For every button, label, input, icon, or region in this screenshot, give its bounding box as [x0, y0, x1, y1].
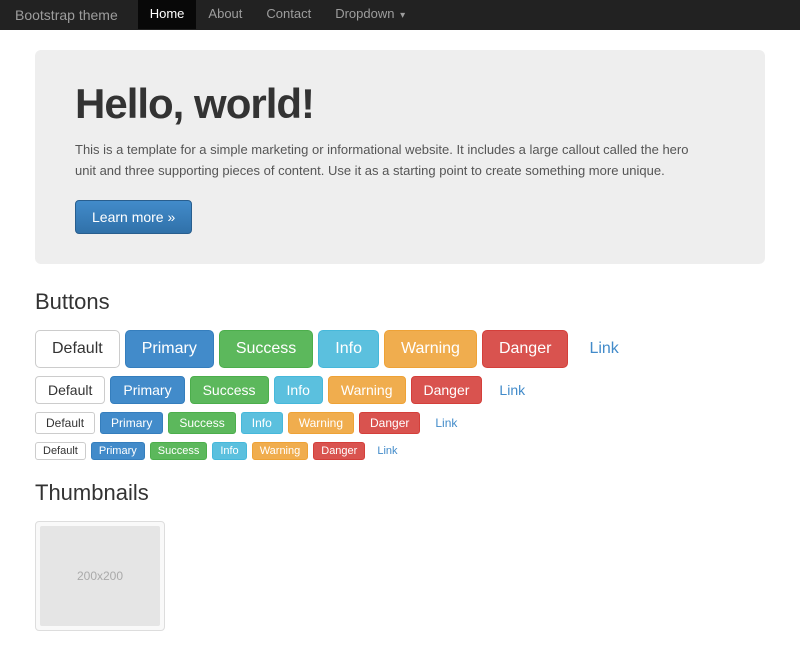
- btn-danger-sm[interactable]: Danger: [359, 412, 420, 434]
- btn-default-lg[interactable]: Default: [35, 330, 120, 368]
- hero-description: This is a template for a simple marketin…: [75, 140, 695, 182]
- btn-primary-lg[interactable]: Primary: [125, 330, 214, 368]
- navbar-brand[interactable]: Bootstrap theme: [15, 7, 118, 23]
- navbar-nav: Home About Contact Dropdown ▾: [138, 0, 417, 31]
- btn-info-sm[interactable]: Info: [241, 412, 283, 434]
- btn-warning-xs[interactable]: Warning: [252, 442, 309, 460]
- nav-item-contact[interactable]: Contact: [254, 0, 323, 31]
- navbar: Bootstrap theme Home About Contact Dropd…: [0, 0, 800, 30]
- thumbnail-item: 200x200: [35, 521, 165, 631]
- btn-link-md[interactable]: Link: [487, 377, 537, 403]
- thumbnails-section: Thumbnails 200x200: [35, 480, 765, 631]
- btn-warning-md[interactable]: Warning: [328, 376, 406, 404]
- nav-link-home[interactable]: Home: [138, 0, 197, 29]
- btn-default-sm[interactable]: Default: [35, 412, 95, 434]
- btn-success-xs[interactable]: Success: [150, 442, 208, 460]
- main-container: Hello, world! This is a template for a s…: [20, 30, 780, 671]
- chevron-down-icon: ▾: [400, 10, 405, 21]
- learn-more-button[interactable]: Learn more »: [75, 200, 192, 234]
- btn-link-xs[interactable]: Link: [370, 443, 404, 459]
- button-row-xs: Default Primary Success Info Warning Dan…: [35, 442, 765, 460]
- nav-item-about[interactable]: About: [196, 0, 254, 31]
- btn-primary-xs[interactable]: Primary: [91, 442, 145, 460]
- btn-danger-lg[interactable]: Danger: [482, 330, 568, 368]
- buttons-section-title: Buttons: [35, 289, 765, 315]
- nav-item-dropdown[interactable]: Dropdown ▾: [323, 0, 417, 31]
- btn-default-md[interactable]: Default: [35, 376, 105, 404]
- button-row-lg: Default Primary Success Info Warning Dan…: [35, 330, 765, 368]
- btn-primary-md[interactable]: Primary: [110, 376, 184, 404]
- button-row-sm: Default Primary Success Info Warning Dan…: [35, 412, 765, 434]
- btn-link-sm[interactable]: Link: [425, 413, 467, 433]
- nav-item-home[interactable]: Home: [138, 0, 197, 31]
- buttons-section: Buttons Default Primary Success Info War…: [35, 289, 765, 460]
- nav-link-contact[interactable]: Contact: [254, 0, 323, 29]
- btn-warning-lg[interactable]: Warning: [384, 330, 477, 368]
- btn-success-md[interactable]: Success: [190, 376, 269, 404]
- btn-danger-md[interactable]: Danger: [411, 376, 483, 404]
- btn-success-sm[interactable]: Success: [168, 412, 235, 434]
- hero-heading: Hello, world!: [75, 80, 725, 128]
- nav-link-dropdown[interactable]: Dropdown ▾: [323, 0, 417, 31]
- btn-info-xs[interactable]: Info: [212, 442, 246, 460]
- btn-danger-xs[interactable]: Danger: [313, 442, 365, 460]
- nav-link-about[interactable]: About: [196, 0, 254, 29]
- btn-warning-sm[interactable]: Warning: [288, 412, 354, 434]
- button-row-md: Default Primary Success Info Warning Dan…: [35, 376, 765, 404]
- jumbotron: Hello, world! This is a template for a s…: [35, 50, 765, 264]
- thumbnails-section-title: Thumbnails: [35, 480, 765, 506]
- thumbnail-placeholder: 200x200: [40, 526, 160, 626]
- btn-primary-sm[interactable]: Primary: [100, 412, 163, 434]
- btn-link-lg[interactable]: Link: [573, 331, 634, 367]
- btn-info-lg[interactable]: Info: [318, 330, 379, 368]
- thumbnail-label: 200x200: [77, 569, 123, 583]
- btn-info-md[interactable]: Info: [274, 376, 323, 404]
- thumbnails-row: 200x200: [35, 521, 765, 631]
- btn-default-xs[interactable]: Default: [35, 442, 86, 460]
- btn-success-lg[interactable]: Success: [219, 330, 313, 368]
